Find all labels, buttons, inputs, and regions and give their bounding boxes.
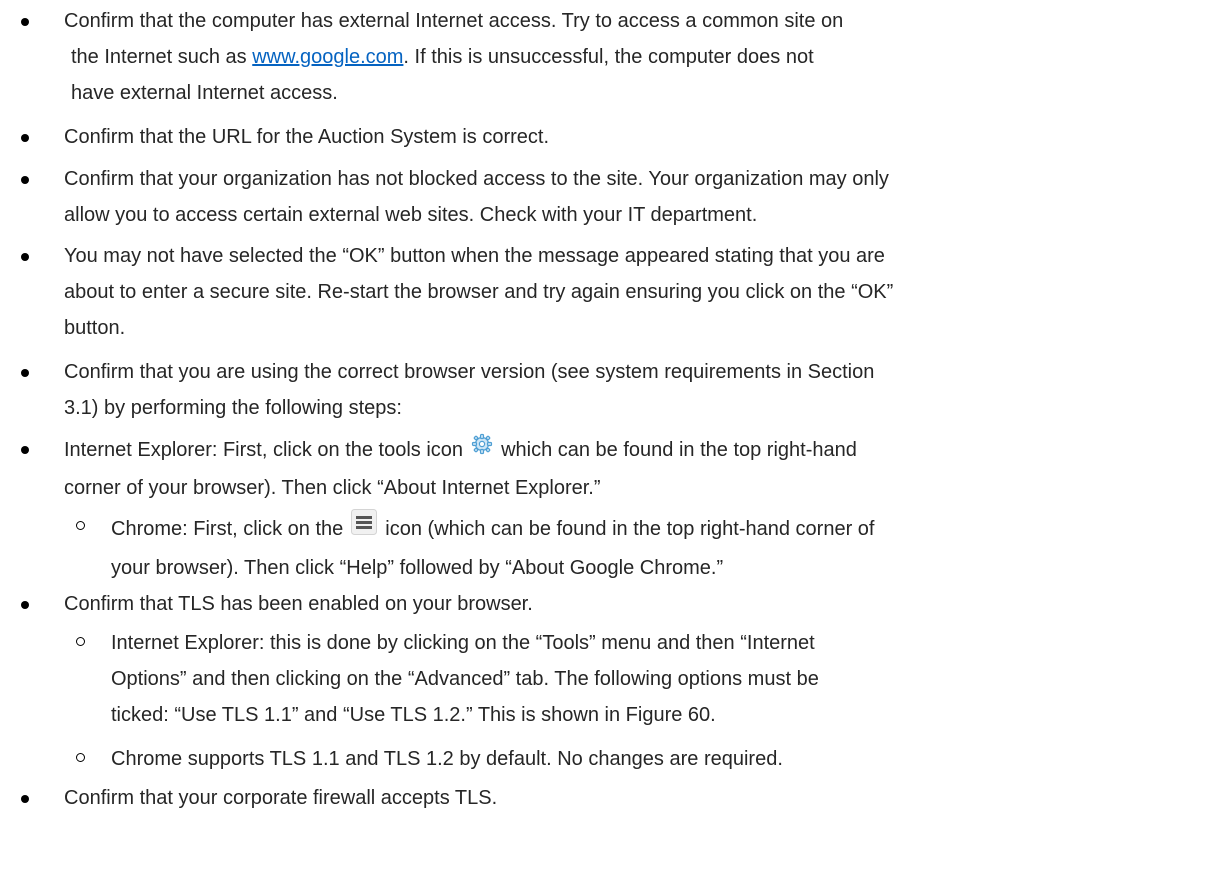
sub-list-item: Chrome: First, click on the icon (which … — [0, 509, 1218, 586]
bullet-marker — [21, 601, 29, 609]
bullet-marker — [21, 18, 29, 26]
item-line: Internet Explorer: this is done by click… — [111, 632, 815, 654]
item-line: Confirm that your organization has not b… — [64, 168, 889, 190]
item-line: You may not have selected the “OK” butto… — [64, 245, 885, 267]
list-item: Confirm that the computer has external I… — [0, 3, 1218, 111]
item-text: Chrome: First, click on the — [111, 517, 344, 540]
sub-list-item: Chrome supports TLS 1.1 and TLS 1.2 by d… — [0, 741, 1218, 777]
list-item: Confirm that your organization has not b… — [0, 161, 1218, 233]
list-item: Confirm that you are using the correct b… — [0, 354, 1218, 426]
item-text: which can be found in the top right-hand — [501, 438, 857, 461]
item-text: Internet Explorer: First, click on the t… — [64, 438, 464, 461]
item-line: Confirm that your corporate firewall acc… — [64, 787, 498, 809]
item-line: Confirm that you are using the correct b… — [64, 361, 875, 383]
bullet-marker — [21, 134, 29, 142]
bullet-marker — [21, 446, 29, 454]
item-line: the Internet such as www.google.com. If … — [0, 39, 1218, 75]
list-item: Confirm that TLS has been enabled on you… — [0, 586, 1218, 622]
gear-icon — [471, 431, 493, 467]
item-line: Internet Explorer: First, click on the t… — [0, 431, 1218, 470]
list-item: Confirm that the URL for the Auction Sys… — [0, 119, 1218, 155]
item-line: 3.1) by performing the following steps: — [64, 397, 402, 419]
hamburger-menu-icon — [351, 509, 378, 547]
item-line: Chrome: First, click on the icon (which … — [0, 509, 1218, 550]
document-page: Confirm that the computer has external I… — [0, 0, 1218, 871]
bullet-marker — [21, 176, 29, 184]
item-line: corner of your browser). Then click “Abo… — [64, 477, 601, 499]
google-link[interactable]: www.google.com — [252, 46, 403, 68]
bullet-marker — [21, 369, 29, 377]
item-line: button. — [64, 317, 126, 339]
item-line: Confirm that the computer has external I… — [64, 10, 844, 32]
item-line: Options” and then clicking on the “Advan… — [111, 668, 819, 690]
item-line: Chrome supports TLS 1.1 and TLS 1.2 by d… — [111, 748, 783, 770]
item-line: ticked: “Use TLS 1.1” and “Use TLS 1.2.”… — [111, 704, 716, 726]
item-line: about to enter a secure site. Re-start t… — [64, 281, 894, 303]
list-item: You may not have selected the “OK” butto… — [0, 238, 1218, 346]
sub-bullet-marker — [76, 637, 85, 646]
sub-bullet-marker — [76, 753, 85, 762]
item-text: . If this is unsuccessful, the computer … — [403, 46, 814, 68]
item-line: Confirm that TLS has been enabled on you… — [64, 593, 533, 615]
sub-bullet-marker — [76, 521, 85, 530]
item-line: Confirm that the URL for the Auction Sys… — [64, 126, 549, 148]
item-line: have external Internet access. — [71, 82, 338, 104]
item-text: icon (which can be found in the top righ… — [385, 517, 875, 540]
bullet-marker — [21, 253, 29, 261]
item-line: your browser). Then click “Help” followe… — [111, 557, 724, 579]
list-item: Internet Explorer: First, click on the t… — [0, 431, 1218, 506]
list-item: Confirm that your corporate firewall acc… — [0, 780, 1218, 816]
item-text: the Internet such as — [71, 46, 253, 68]
sub-list-item: Internet Explorer: this is done by click… — [0, 625, 1218, 733]
bullet-marker — [21, 795, 29, 803]
item-line: allow you to access certain external web… — [64, 204, 758, 226]
